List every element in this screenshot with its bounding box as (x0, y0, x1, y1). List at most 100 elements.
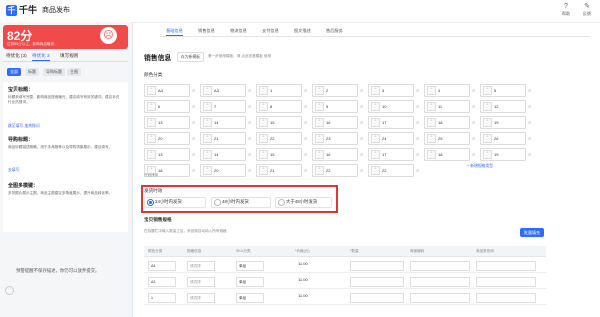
delete-icon[interactable]: ⊖ (416, 120, 419, 125)
delete-icon[interactable]: ⊖ (248, 152, 251, 157)
delete-icon[interactable]: ⊖ (472, 152, 475, 157)
help-button[interactable]: ? 帮助 (555, 3, 577, 17)
row-barcode-input[interactable] (476, 261, 536, 271)
delete-icon[interactable]: ⊖ (304, 168, 307, 173)
image-upload-icon[interactable]: + (315, 102, 324, 111)
row-qty-input[interactable] (350, 261, 404, 271)
color-input[interactable]: +16 ⊖ (312, 116, 363, 129)
image-upload-icon[interactable]: + (315, 86, 324, 95)
row-merchant-code-input[interactable] (410, 261, 470, 271)
color-input[interactable]: +15 ⊖ (256, 148, 307, 161)
image-upload-icon[interactable]: + (259, 118, 268, 127)
row-price-input[interactable]: 11.00 (298, 261, 308, 266)
tab-pending-active[interactable]: 待优化 3 (32, 52, 50, 61)
radio-24h[interactable] (147, 199, 154, 206)
row-qty-input[interactable] (350, 277, 404, 287)
color-input[interactable]: +6 ⊖ (144, 100, 195, 113)
image-upload-icon[interactable]: + (259, 86, 268, 95)
color-input[interactable]: +25 ⊖ (424, 132, 475, 145)
color-input[interactable]: +21 ⊖ (256, 164, 307, 177)
image-upload-icon[interactable]: + (427, 134, 436, 143)
color-input[interactable]: + A4 ⊖ (144, 84, 195, 97)
delete-icon[interactable]: ⊖ (248, 168, 251, 173)
delete-icon[interactable]: ⊖ (192, 104, 195, 109)
row-sku-select[interactable]: 单品 (236, 277, 264, 287)
color-input[interactable]: +17 ⊖ (368, 148, 419, 161)
color-input[interactable]: +16 ⊖ (312, 148, 363, 161)
delete-icon[interactable]: ⊖ (192, 168, 195, 173)
color-input[interactable]: +22 ⊖ (368, 164, 419, 177)
tab-pending[interactable]: 待优化 (3) (6, 52, 27, 60)
image-upload-icon[interactable]: + (483, 118, 492, 127)
delete-icon[interactable]: ⊖ (192, 120, 195, 125)
image-upload-icon[interactable]: + (203, 134, 212, 143)
color-input[interactable]: +14 ⊖ (200, 148, 251, 161)
delete-icon[interactable]: ⊖ (528, 88, 531, 93)
image-upload-icon[interactable]: + (315, 118, 324, 127)
tab-after-sales[interactable]: 售后服务 (326, 27, 343, 35)
delete-icon[interactable]: ⊖ (192, 152, 195, 157)
color-input[interactable]: +24 ⊖ (368, 132, 419, 145)
tab-description[interactable]: 图文描述 (294, 27, 311, 35)
image-upload-icon[interactable]: + (147, 86, 156, 95)
image-upload-icon[interactable]: + (259, 150, 268, 159)
color-input[interactable]: +8 ⊖ (256, 100, 307, 113)
delete-icon[interactable]: ⊖ (528, 152, 531, 157)
delete-icon[interactable]: ⊖ (360, 104, 363, 109)
color-input[interactable]: + A3 ⊖ (200, 84, 251, 97)
image-upload-icon[interactable]: + (371, 166, 380, 175)
color-input[interactable]: +19 ⊖ (480, 116, 531, 129)
color-input[interactable]: +23 ⊖ (312, 132, 363, 145)
color-input[interactable]: +20 ⊖ (144, 132, 195, 145)
radio-over48h[interactable] (278, 199, 285, 206)
tab-payment[interactable]: 支付信息 (262, 27, 279, 35)
image-upload-icon[interactable]: + (427, 118, 436, 127)
tab-sales-info[interactable]: 销售信息 (198, 27, 215, 35)
color-input[interactable]: +4 ⊖ (424, 84, 475, 97)
row-price-input[interactable]: 11.00 (298, 293, 308, 298)
delete-icon[interactable]: ⊖ (472, 88, 475, 93)
color-input[interactable]: +9 ⊖ (312, 100, 363, 113)
row-barcode-input[interactable] (476, 293, 536, 303)
delete-icon[interactable]: ⊖ (248, 120, 251, 125)
delete-icon[interactable]: ⊖ (304, 88, 307, 93)
image-upload-icon[interactable]: + (315, 150, 324, 159)
image-upload-icon[interactable]: + (203, 118, 212, 127)
image-upload-icon[interactable]: + (371, 150, 380, 159)
image-upload-icon[interactable]: + (483, 150, 492, 159)
image-upload-icon[interactable]: + (427, 150, 436, 159)
color-input[interactable]: +18 ⊖ (424, 148, 475, 161)
row-spec-select[interactable]: 请选择 (187, 277, 215, 287)
tab-rules[interactable]: 填写规则 (60, 52, 78, 60)
color-input[interactable]: +1 ⊖ (256, 84, 307, 97)
feedback-button[interactable]: ✎ 反馈 (576, 3, 598, 17)
chip-guide-title[interactable]: 导购标题 (43, 68, 65, 76)
color-input[interactable]: +19 ⊖ (480, 148, 531, 161)
row-color-field[interactable]: A4 (148, 261, 176, 271)
chip-all[interactable]: 全部 (7, 68, 21, 76)
row-merchant-code-input[interactable] (410, 277, 470, 287)
color-input[interactable]: +11 ⊖ (424, 100, 475, 113)
delete-icon[interactable]: ⊖ (192, 136, 195, 141)
color-input[interactable]: +26 ⊖ (480, 132, 531, 145)
delete-icon[interactable]: ⊖ (416, 168, 419, 173)
color-input[interactable]: +14 ⊖ (200, 116, 251, 129)
save-template-button[interactable]: 存为新模板 (177, 52, 204, 62)
tab-basic-info[interactable]: 基础信息 (166, 27, 183, 36)
image-upload-icon[interactable]: + (483, 86, 492, 95)
row-spec-select[interactable]: 请选择 (187, 293, 215, 303)
delete-icon[interactable]: ⊖ (416, 136, 419, 141)
delete-icon[interactable]: ⊖ (248, 136, 251, 141)
delete-icon[interactable]: ⊖ (304, 120, 307, 125)
image-upload-icon[interactable]: + (203, 102, 212, 111)
delete-icon[interactable]: ⊖ (360, 120, 363, 125)
row-qty-input[interactable] (350, 293, 404, 303)
delete-icon[interactable]: ⊖ (528, 120, 531, 125)
image-upload-icon[interactable]: + (315, 134, 324, 143)
image-upload-icon[interactable]: + (427, 102, 436, 111)
image-upload-icon[interactable]: + (371, 134, 380, 143)
image-upload-icon[interactable]: + (483, 134, 492, 143)
image-upload-icon[interactable]: + (371, 118, 380, 127)
delete-icon[interactable]: ⊖ (472, 136, 475, 141)
delete-icon[interactable]: ⊖ (472, 120, 475, 125)
